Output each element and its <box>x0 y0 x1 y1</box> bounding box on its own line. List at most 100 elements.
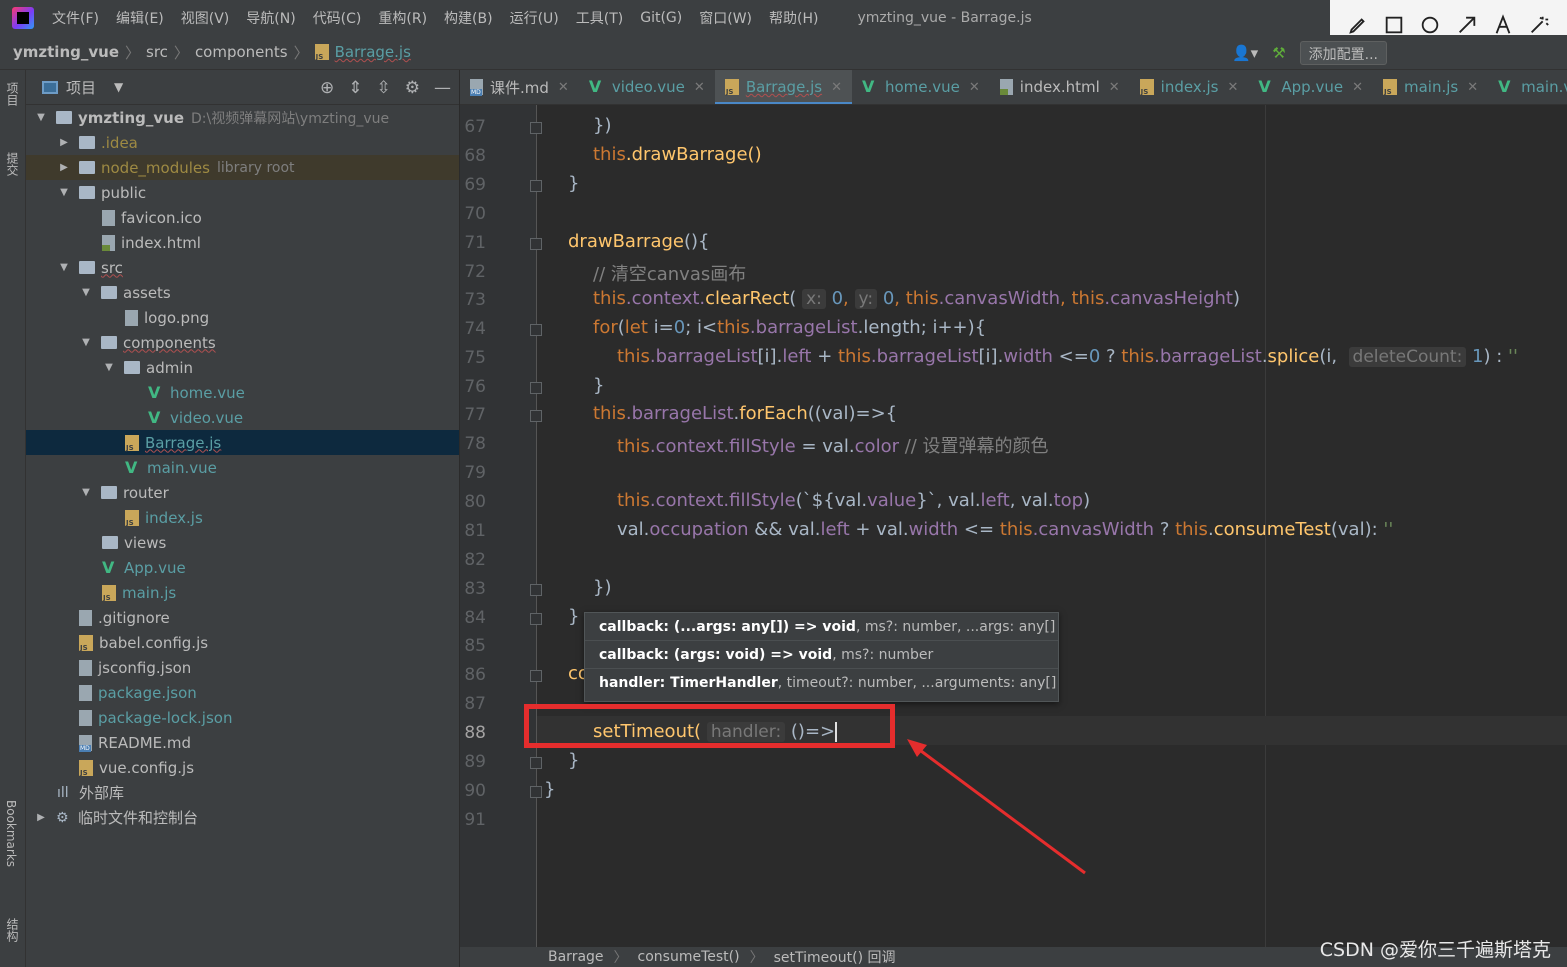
close-icon[interactable]: ✕ <box>1109 80 1120 95</box>
text-icon[interactable] <box>1492 14 1514 36</box>
overload-row[interactable]: handler: TimerHandler, timeout?: number,… <box>585 669 1058 697</box>
tree-item-logo[interactable]: logo.png <box>26 305 459 330</box>
tree-item-favicon[interactable]: favicon.ico <box>26 205 459 230</box>
tree-item-ymzting-vue[interactable]: ▼ ymzting_vue D:\视频弹幕网站\ymzting_vue <box>26 105 459 130</box>
tree-item-assets[interactable]: ▼ assets <box>26 280 459 305</box>
close-icon[interactable]: ✕ <box>1352 80 1363 95</box>
menu-code[interactable]: 代码(C) <box>313 8 362 28</box>
user-icon[interactable]: 👤▾ <box>1232 44 1258 62</box>
tab-kejian-md[interactable]: 课件.md ✕ <box>460 70 579 104</box>
magic-wand-icon[interactable] <box>1528 14 1550 36</box>
tree-item-jsconfig[interactable]: jsconfig.json <box>26 655 459 680</box>
close-icon[interactable]: ✕ <box>969 80 980 95</box>
menu-git[interactable]: Git(G) <box>640 10 682 26</box>
tab-main-vue[interactable]: Vmain.vue <box>1488 70 1567 104</box>
fold-marker-icon[interactable] <box>530 180 542 192</box>
chevron-down-icon[interactable]: ▼ <box>79 487 93 498</box>
tree-item-components[interactable]: ▼ components <box>26 330 459 355</box>
close-icon[interactable]: ✕ <box>558 80 569 95</box>
tree-item-idea[interactable]: ▶ .idea <box>26 130 459 155</box>
menu-tools[interactable]: 工具(T) <box>576 8 623 28</box>
expand-all-icon[interactable]: ⇕ <box>348 78 362 98</box>
tree-item-vue-config[interactable]: vue.config.js <box>26 755 459 780</box>
minimize-icon[interactable]: — <box>434 78 451 98</box>
tree-item-gitignore[interactable]: .gitignore <box>26 605 459 630</box>
chevron-down-icon[interactable]: ▼ <box>79 287 93 298</box>
fold-marker-icon[interactable] <box>530 584 542 596</box>
fold-marker-icon[interactable] <box>530 122 542 134</box>
tree-item-index-html[interactable]: index.html <box>26 230 459 255</box>
chevron-down-icon[interactable]: ▼ <box>34 112 48 123</box>
build-hammer-icon[interactable]: ⚒ <box>1272 44 1285 62</box>
tab-video-vue[interactable]: Vvideo.vue ✕ <box>579 70 715 104</box>
tool-commit-tab[interactable]: 提交 <box>4 152 21 176</box>
menu-file[interactable]: 文件(F) <box>52 8 99 28</box>
gear-icon[interactable]: ⚙ <box>405 78 420 98</box>
fold-marker-icon[interactable] <box>530 382 542 394</box>
tree-item-admin[interactable]: ▼ admin <box>26 355 459 380</box>
chevron-right-icon[interactable]: ▶ <box>57 162 71 173</box>
tab-main-js[interactable]: main.js ✕ <box>1373 70 1488 104</box>
chevron-down-icon[interactable]: ▼ <box>79 337 93 348</box>
close-icon[interactable]: ✕ <box>1227 80 1238 95</box>
tab-index-html[interactable]: index.html ✕ <box>990 70 1130 104</box>
menu-navigate[interactable]: 导航(N) <box>246 8 295 28</box>
tree-item-app-vue[interactable]: V App.vue <box>26 555 459 580</box>
menu-view[interactable]: 视图(V) <box>181 8 230 28</box>
close-icon[interactable]: ✕ <box>1467 80 1478 95</box>
collapse-all-icon[interactable]: ⇳ <box>377 78 391 98</box>
locate-icon[interactable]: ⊕ <box>320 78 334 98</box>
tab-index-js[interactable]: index.js ✕ <box>1130 70 1249 104</box>
breadcrumb-class[interactable]: Barrage <box>548 949 604 965</box>
tree-item-readme[interactable]: README.md <box>26 730 459 755</box>
fold-marker-icon[interactable] <box>530 670 542 682</box>
fold-marker-icon[interactable] <box>530 786 542 798</box>
rectangle-icon[interactable] <box>1383 14 1405 36</box>
fold-marker-icon[interactable] <box>530 613 542 625</box>
chevron-down-icon[interactable]: ▼ <box>57 262 71 273</box>
tree-item-main-vue[interactable]: Vmain.vue <box>26 455 459 480</box>
fold-marker-icon[interactable] <box>530 757 542 769</box>
tree-item-index-js[interactable]: index.js <box>26 505 459 530</box>
breadcrumb-components[interactable]: components <box>195 43 288 61</box>
tab-app-vue[interactable]: V App.vue ✕ <box>1248 70 1373 104</box>
tab-barrage-js[interactable]: Barrage.js ✕ <box>714 70 853 104</box>
project-panel-title[interactable]: 项目 <box>66 77 96 98</box>
pencil-icon[interactable] <box>1347 14 1369 36</box>
fold-marker-icon[interactable] <box>530 324 542 336</box>
tree-item-main-js[interactable]: main.js <box>26 580 459 605</box>
tab-home-vue[interactable]: Vhome.vue ✕ <box>852 70 990 104</box>
menu-build[interactable]: 构建(B) <box>444 8 493 28</box>
tree-item-scratches[interactable]: ▶ ⚙ 临时文件和控制台 <box>26 805 459 830</box>
chevron-right-icon[interactable]: ▶ <box>57 137 71 148</box>
circle-icon[interactable] <box>1419 14 1441 36</box>
chevron-down-icon[interactable]: ▼ <box>57 187 71 198</box>
menu-edit[interactable]: 编辑(E) <box>116 8 164 28</box>
tree-item-package-json[interactable]: package.json <box>26 680 459 705</box>
add-configuration-button[interactable]: 添加配置... <box>1299 41 1387 65</box>
chevron-right-icon[interactable]: ▶ <box>34 812 48 823</box>
menu-window[interactable]: 窗口(W) <box>699 8 752 28</box>
menu-run[interactable]: 运行(U) <box>510 8 559 28</box>
tree-item-router[interactable]: ▼ router <box>26 480 459 505</box>
tree-item-public[interactable]: ▼ public <box>26 180 459 205</box>
tree-item-babel-config[interactable]: babel.config.js <box>26 630 459 655</box>
arrow-icon[interactable] <box>1456 14 1478 36</box>
breadcrumb-src[interactable]: src <box>146 43 168 61</box>
tool-project-tab[interactable]: 项目 <box>4 82 21 106</box>
breadcrumb-callback[interactable]: setTimeout() 回调 <box>774 947 896 967</box>
chevron-down-icon[interactable]: ▼ <box>114 80 123 94</box>
fold-marker-icon[interactable] <box>530 410 542 422</box>
menu-refactor[interactable]: 重构(R) <box>378 8 427 28</box>
breadcrumb-method[interactable]: consumeTest() <box>638 949 740 965</box>
tree-item-external-libraries[interactable]: ıll 外部库 <box>26 780 459 805</box>
fold-marker-icon[interactable] <box>530 238 542 250</box>
tree-item-src[interactable]: ▼ src <box>26 255 459 280</box>
tree-item-views[interactable]: views <box>26 530 459 555</box>
menu-help[interactable]: 帮助(H) <box>769 8 818 28</box>
tree-item-home-vue[interactable]: Vhome.vue <box>26 380 459 405</box>
close-icon[interactable]: ✕ <box>831 80 842 95</box>
tree-item-package-lock[interactable]: package-lock.json <box>26 705 459 730</box>
overload-row[interactable]: callback: (args: void) => void, ms?: num… <box>585 641 1058 669</box>
breadcrumb-project[interactable]: ymzting_vue <box>13 43 119 61</box>
